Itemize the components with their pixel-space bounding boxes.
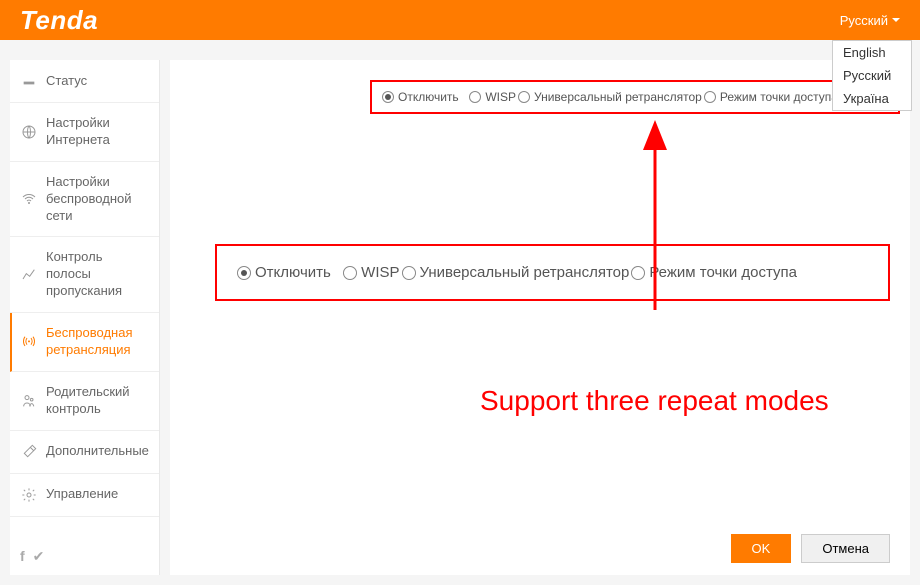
social-icons: f ✔: [20, 548, 44, 565]
radio-label: Универсальный ретранслятор: [420, 264, 630, 281]
radio-label: WISP: [485, 90, 516, 104]
sidebar-item-label: Настройки Интернета: [46, 115, 149, 149]
twitter-icon[interactable]: ✔: [33, 548, 45, 565]
logo: Tenda: [20, 5, 98, 36]
chevron-down-icon: [892, 18, 900, 22]
mode-radio-group-small: Отключить WISP Универсальный ретранслято…: [370, 80, 900, 114]
sidebar-item-repeater[interactable]: Беспроводная ретрансляция: [10, 313, 159, 372]
parental-icon: [20, 392, 38, 410]
radio-label: Отключить: [255, 264, 331, 281]
sidebar-item-bandwidth[interactable]: Контроль полосы пропускания: [10, 237, 159, 313]
radio-wisp[interactable]: WISP: [469, 90, 516, 104]
footer-buttons: OK Отмена: [731, 534, 890, 563]
header-bar: Tenda Русский English Русский Україна: [0, 0, 920, 40]
radio-label: WISP: [361, 264, 399, 281]
main-container: Статус Настройки Интернета Настройки бес…: [0, 40, 920, 585]
sidebar-item-label: Родительский контроль: [46, 384, 149, 418]
lang-option-russian[interactable]: Русский: [833, 64, 911, 87]
language-current: Русский: [840, 13, 888, 28]
globe-icon: [20, 123, 38, 141]
sidebar-item-label: Контроль полосы пропускания: [46, 249, 149, 300]
sidebar-item-label: Управление: [46, 486, 118, 503]
sidebar-item-advanced[interactable]: Дополнительные: [10, 431, 159, 474]
tools-icon: [20, 443, 38, 461]
radio-icon: [631, 266, 645, 280]
sidebar-item-management[interactable]: Управление: [10, 474, 159, 517]
radio-universal-repeater[interactable]: Универсальный ретранслятор: [518, 90, 702, 104]
mode-radio-group-large: Отключить WISP Универсальный ретранслято…: [215, 244, 890, 301]
ok-button[interactable]: OK: [731, 534, 792, 563]
sidebar: Статус Настройки Интернета Настройки бес…: [10, 60, 160, 575]
sidebar-item-internet[interactable]: Настройки Интернета: [10, 103, 159, 162]
annotation-text: Support three repeat modes: [480, 385, 829, 417]
chart-icon: [20, 266, 38, 284]
content-area: Отключить WISP Универсальный ретранслято…: [170, 60, 910, 575]
facebook-icon[interactable]: f: [20, 548, 25, 565]
radio-icon: [237, 266, 251, 280]
radio-wisp-large[interactable]: WISP: [343, 264, 399, 281]
sidebar-item-label: Статус: [46, 73, 87, 90]
lang-option-ukraine[interactable]: Україна: [833, 87, 911, 110]
radio-label: Режим точки доступа: [649, 264, 797, 281]
sidebar-item-label: Беспроводная ретрансляция: [46, 325, 149, 359]
radio-disable[interactable]: Отключить: [382, 90, 459, 104]
sidebar-item-parental[interactable]: Родительский контроль: [10, 372, 159, 431]
wifi-icon: [20, 190, 38, 208]
gear-icon: [20, 486, 38, 504]
sidebar-item-wireless[interactable]: Настройки беспроводной сети: [10, 162, 159, 238]
sidebar-item-label: Настройки беспроводной сети: [46, 174, 149, 225]
radio-icon: [704, 91, 716, 103]
radio-ap-mode-large[interactable]: Режим точки доступа: [631, 264, 797, 281]
language-dropdown: English Русский Україна: [832, 40, 912, 111]
radio-label: Отключить: [398, 90, 459, 104]
language-selector[interactable]: Русский: [840, 13, 900, 28]
radio-label: Универсальный ретранслятор: [534, 90, 702, 104]
radio-universal-repeater-large[interactable]: Универсальный ретранслятор: [402, 264, 630, 281]
lang-option-english[interactable]: English: [833, 41, 911, 64]
radio-ap-mode[interactable]: Режим точки доступа: [704, 90, 838, 104]
antenna-icon: [20, 333, 38, 351]
sidebar-item-label: Дополнительные: [46, 443, 149, 460]
sidebar-item-status[interactable]: Статус: [10, 60, 159, 103]
radio-icon: [402, 266, 416, 280]
router-icon: [20, 72, 38, 90]
radio-icon: [343, 266, 357, 280]
radio-disable-large[interactable]: Отключить: [237, 264, 331, 281]
cancel-button[interactable]: Отмена: [801, 534, 890, 563]
radio-icon: [518, 91, 530, 103]
radio-icon: [382, 91, 394, 103]
radio-icon: [469, 91, 481, 103]
radio-label: Режим точки доступа: [720, 90, 838, 104]
